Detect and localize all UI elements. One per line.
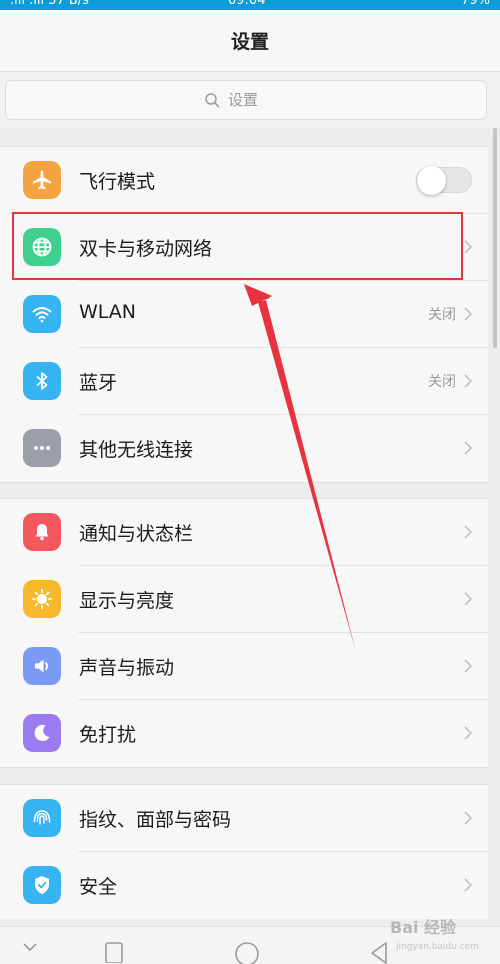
group-security: 指纹、面部与密码 安全 [0, 784, 488, 919]
group-notifications-display: 通知与状态栏 显示与亮度 声音与振动 免打扰 [0, 498, 488, 768]
settings-item-label: WLAN [79, 301, 137, 323]
bell-icon [23, 513, 61, 551]
page-title: 设置 [230, 31, 269, 53]
chevron-right-icon [464, 878, 473, 892]
airplane-mode-toggle[interactable] [416, 166, 472, 195]
chevron-right-icon [464, 726, 473, 740]
fingerprint-icon [23, 799, 61, 837]
bluetooth-status: 关闭 [428, 374, 456, 390]
status-time: 09:04 [228, 0, 266, 8]
wifi-icon [23, 295, 61, 333]
chevron-right-icon [464, 307, 473, 321]
chevron-right-icon [464, 659, 473, 673]
shield-icon [23, 866, 61, 904]
home-icon[interactable] [234, 941, 260, 964]
settings-item-display-brightness[interactable]: 显示与亮度 [0, 566, 488, 633]
airplane-icon [23, 161, 61, 199]
wlan-status: 关闭 [428, 307, 456, 323]
chevron-right-icon [464, 240, 473, 254]
settings-item-label: 安全 [79, 876, 118, 898]
settings-item-airplane-mode[interactable]: 飞行模式 [0, 147, 488, 214]
search-input[interactable] [228, 91, 288, 109]
sun-icon [23, 580, 61, 618]
status-battery: 79% [461, 0, 490, 8]
settings-item-label: 蓝牙 [79, 372, 118, 394]
recent-apps-icon[interactable] [104, 941, 124, 963]
chevron-right-icon [464, 811, 473, 825]
settings-item-bluetooth[interactable]: 蓝牙 关闭 [0, 348, 488, 415]
settings-item-label: 显示与亮度 [79, 590, 175, 612]
globe-icon [23, 228, 61, 266]
search-box[interactable] [5, 80, 487, 120]
chevron-right-icon [464, 374, 473, 388]
chevron-right-icon [464, 441, 473, 455]
settings-item-label: 双卡与移动网络 [79, 238, 213, 260]
settings-item-fingerprint-face-password[interactable]: 指纹、面部与密码 [0, 785, 488, 852]
scrollbar[interactable] [493, 128, 497, 348]
settings-item-notifications-status-bar[interactable]: 通知与状态栏 [0, 499, 488, 566]
settings-item-sound-vibration[interactable]: 声音与振动 [0, 633, 488, 700]
settings-item-label: 指纹、面部与密码 [79, 809, 232, 831]
search-area [0, 72, 500, 128]
watermark-logo: Bai 经验 jingyan.baidu.com [382, 908, 492, 958]
settings-item-label: 通知与状态栏 [79, 523, 194, 545]
settings-item-wlan[interactable]: WLAN 关闭 [0, 281, 488, 348]
speaker-icon [23, 647, 61, 685]
title-bar: 设置 [0, 10, 500, 72]
more-dots-icon [23, 429, 61, 467]
watermark-subtext: jingyan.baidu.com [396, 942, 480, 952]
chevron-right-icon [464, 592, 473, 606]
chevron-down-icon[interactable] [22, 941, 38, 953]
settings-item-label: 飞行模式 [79, 171, 156, 193]
bluetooth-icon [23, 362, 61, 400]
toggle-knob [417, 166, 446, 195]
watermark-text: Bai 经验 [390, 918, 457, 937]
settings-item-label: 其他无线连接 [79, 439, 194, 461]
settings-item-label: 声音与振动 [79, 657, 175, 679]
status-bar: .ııl .ııl 57 B/s 09:04 79% [0, 0, 500, 10]
moon-icon [23, 714, 61, 752]
settings-item-dual-sim-mobile-network[interactable]: 双卡与移动网络 [0, 214, 488, 281]
settings-item-do-not-disturb[interactable]: 免打扰 [0, 700, 488, 767]
search-icon [205, 93, 220, 108]
status-network-speed: .ııl .ııl 57 B/s [10, 0, 89, 8]
chevron-right-icon [464, 525, 473, 539]
settings-item-label: 免打扰 [79, 724, 137, 746]
settings-item-other-wireless[interactable]: 其他无线连接 [0, 415, 488, 482]
group-connectivity: 飞行模式 双卡与移动网络 WLAN 关闭 蓝牙 关闭 其他无线连接 [0, 146, 488, 483]
